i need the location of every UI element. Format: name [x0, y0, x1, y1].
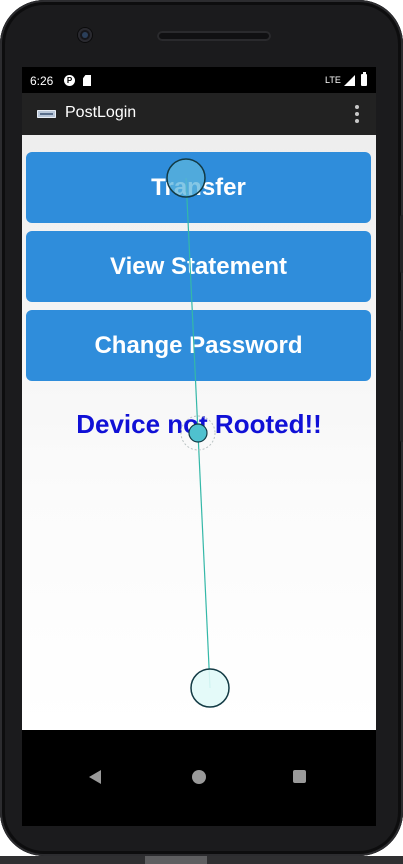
signal-strength-icon — [344, 75, 355, 86]
navigation-bar — [22, 730, 376, 826]
battery-icon — [361, 72, 367, 86]
earpiece-speaker — [157, 31, 271, 41]
device-screen: 6:26 P LTE PostLogin Transfer View State… — [22, 67, 376, 730]
app-logo-icon — [37, 110, 56, 118]
recents-square-icon[interactable] — [293, 770, 306, 783]
root-status-text: Device not Rooted!! — [76, 409, 322, 439]
home-circle-icon[interactable] — [192, 770, 206, 784]
network-type-label: LTE — [325, 75, 341, 85]
app-title: PostLogin — [65, 104, 137, 121]
bottom-edge — [0, 856, 403, 864]
transfer-button[interactable]: Transfer — [26, 152, 371, 223]
notification-p-icon: P — [64, 75, 75, 86]
phone-frame: 6:26 P LTE PostLogin Transfer View State… — [0, 0, 403, 856]
status-time: 6:26 — [30, 74, 54, 88]
app-bar: PostLogin — [22, 93, 376, 135]
sd-card-icon — [83, 75, 91, 86]
front-camera-icon — [78, 28, 92, 42]
back-triangle-icon[interactable] — [89, 770, 101, 784]
status-bar: 6:26 P LTE — [22, 67, 376, 93]
view-statement-button[interactable]: View Statement — [26, 231, 371, 302]
more-vert-icon[interactable] — [354, 105, 360, 125]
main-content: Transfer View Statement Change Password … — [22, 135, 376, 730]
change-password-button[interactable]: Change Password — [26, 310, 371, 381]
